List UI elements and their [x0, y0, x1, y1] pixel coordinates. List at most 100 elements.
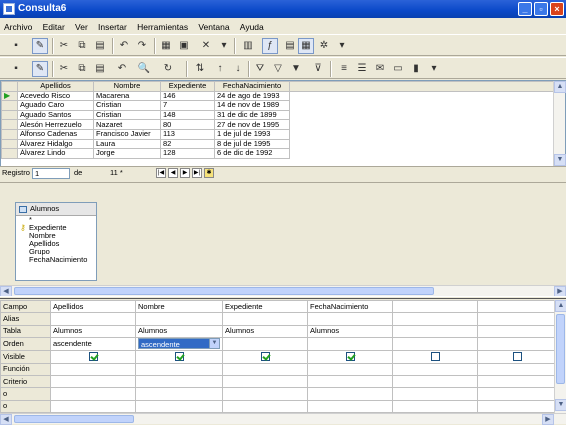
mail-merge-icon[interactable]: ✉ — [372, 61, 388, 77]
row-header[interactable] — [1, 109, 18, 121]
row-header[interactable] — [1, 148, 18, 159]
save-icon[interactable]: ▪ — [8, 38, 24, 54]
field-fechanacimiento[interactable]: FechaNacimiento — [16, 256, 96, 264]
o-cell[interactable] — [477, 399, 557, 414]
tabla-cell[interactable]: Alumnos — [222, 324, 308, 339]
paste-data-icon[interactable]: ▤ — [92, 61, 108, 77]
cell-fechanacimiento[interactable]: 1 de jul de 1993 — [214, 128, 290, 140]
minimize-button[interactable]: _ — [518, 2, 532, 16]
edit-mode-icon[interactable]: ✎ — [32, 38, 48, 54]
cell-apellidos[interactable]: Álvarez Hidalgo — [17, 138, 94, 150]
orden-dropdown[interactable]: ascendente ▼ — [138, 338, 220, 350]
cell-nombre[interactable]: Macarena — [93, 90, 161, 102]
funcion-cell[interactable] — [477, 362, 557, 376]
criterio-cell[interactable] — [392, 374, 478, 389]
current-row-indicator-icon[interactable]: ▶ — [1, 90, 18, 102]
tabla-cell[interactable] — [477, 324, 557, 339]
autofilter-icon[interactable]: ⛛ — [252, 61, 268, 77]
criterio-cell[interactable] — [477, 374, 557, 389]
add-table-icon[interactable]: ▥ — [240, 38, 256, 54]
o-cell[interactable] — [307, 387, 393, 401]
funcion-cell[interactable] — [222, 362, 308, 376]
sort-descending-icon[interactable]: ↓ — [230, 61, 246, 77]
row-header[interactable] — [1, 119, 18, 130]
column-header-expediente[interactable]: Expediente — [160, 81, 215, 92]
table-row[interactable]: ▶ Acevedo Risco Macarena 146 24 de ago d… — [1, 90, 554, 102]
cell-nombre[interactable]: Cristian — [93, 100, 161, 111]
menu-ayuda[interactable]: Ayuda — [236, 18, 268, 34]
orden-cell[interactable] — [392, 337, 478, 352]
menu-insertar[interactable]: Insertar — [94, 18, 131, 34]
table-row[interactable]: Aguado Santos Cristian 148 31 de dic de … — [1, 109, 554, 121]
result-vertical-scrollbar[interactable]: ▲ ▼ — [553, 81, 566, 178]
paste-icon[interactable]: ▤ — [92, 38, 108, 54]
o-cell[interactable] — [392, 399, 478, 414]
save-record-icon[interactable]: ▪ — [8, 61, 24, 77]
orden-cell[interactable] — [477, 337, 557, 352]
row-header[interactable] — [1, 138, 18, 150]
scroll-thumb[interactable] — [556, 314, 565, 384]
cut-icon[interactable]: ✂ — [56, 38, 72, 54]
explorer-icon[interactable]: ▮ — [408, 61, 424, 77]
remove-filter-icon[interactable]: ⊽ — [310, 61, 326, 77]
tabla-cell[interactable]: Alumnos — [135, 324, 223, 339]
toolbar-more-icon-2[interactable]: ▾ — [334, 38, 350, 54]
o-cell[interactable] — [222, 399, 308, 414]
cell-nombre[interactable]: Laura — [93, 138, 161, 150]
tabla-cell[interactable] — [392, 324, 478, 339]
cell-expediente[interactable]: 82 — [160, 138, 215, 150]
edit-data-icon[interactable]: ✎ — [32, 61, 48, 77]
run-query-icon[interactable]: ▦ — [158, 38, 174, 54]
cell-apellidos[interactable]: Álvarez Lindo — [17, 148, 94, 159]
funcion-cell[interactable] — [307, 362, 393, 376]
last-record-icon[interactable]: ▶| — [192, 168, 202, 178]
table-row[interactable]: Álvarez Lindo Jorge 128 6 de dic de 1992 — [1, 148, 554, 159]
cell-expediente[interactable]: 80 — [160, 119, 215, 130]
undo-data-icon[interactable]: ↶ — [114, 61, 130, 77]
cell-expediente[interactable]: 128 — [160, 148, 215, 159]
grid-horizontal-scrollbar[interactable]: ◀ ▶ — [0, 413, 566, 425]
visible-checkbox[interactable] — [88, 352, 98, 362]
new-record-icon[interactable]: ✱ — [204, 168, 214, 178]
table-window-header[interactable]: Alumnos — [16, 203, 96, 216]
scroll-left-icon[interactable]: ◀ — [0, 414, 12, 425]
cell-apellidos[interactable]: Alesón Herrezuelo — [17, 119, 94, 130]
alias-cell[interactable] — [477, 312, 557, 326]
cell-fechanacimiento[interactable]: 8 de jul de 1995 — [214, 138, 290, 150]
cell-nombre[interactable]: Nazaret — [93, 119, 161, 130]
cell-nombre[interactable]: Cristian — [93, 109, 161, 121]
orden-cell[interactable] — [222, 337, 308, 352]
toolbar-more-icon-3[interactable]: ▾ — [426, 61, 442, 77]
record-number-input[interactable]: 1 — [32, 168, 70, 179]
refresh-icon[interactable]: ↻ — [160, 61, 176, 77]
clear-query-icon[interactable]: ▣ — [176, 38, 192, 54]
functions-icon[interactable]: ƒ — [262, 38, 278, 54]
menu-editar[interactable]: Editar — [39, 18, 69, 34]
previous-record-icon[interactable]: ◀ — [168, 168, 178, 178]
campo-cell[interactable] — [477, 299, 557, 314]
visible-checkbox[interactable] — [260, 352, 270, 362]
campo-cell[interactable]: Apellidos — [50, 299, 136, 314]
funcion-cell[interactable] — [392, 362, 478, 376]
cell-apellidos[interactable]: Acevedo Risco — [17, 90, 94, 102]
column-header-nombre[interactable]: Nombre — [93, 81, 161, 92]
cell-expediente[interactable]: 148 — [160, 109, 215, 121]
cell-expediente[interactable]: 146 — [160, 90, 215, 102]
table-window-alumnos[interactable]: Alumnos * ⚷ Expediente Nombre Apellidos … — [15, 202, 97, 281]
table-row[interactable]: Álvarez Hidalgo Laura 82 8 de jul de 199… — [1, 138, 554, 150]
scroll-thumb[interactable] — [14, 287, 434, 295]
next-record-icon[interactable]: ▶ — [180, 168, 190, 178]
design-vertical-scrollbar[interactable]: ▲ ▼ — [554, 300, 566, 413]
field-expediente[interactable]: ⚷ Expediente — [16, 224, 96, 232]
alias-cell[interactable] — [50, 312, 136, 326]
campo-cell[interactable]: FechaNacimiento — [307, 299, 393, 314]
row-header[interactable] — [1, 128, 18, 140]
close-button[interactable]: × — [550, 2, 564, 16]
sort-ascending-icon[interactable]: ↑ — [212, 61, 228, 77]
table-name-icon[interactable]: ▤ — [282, 38, 298, 54]
alias-icon[interactable]: ▦ — [298, 38, 314, 54]
maximize-button[interactable]: ▫ — [534, 2, 548, 16]
field-apellidos[interactable]: Apellidos — [16, 240, 96, 248]
toolbar-more-icon[interactable]: ▾ — [216, 38, 232, 54]
cell-expediente[interactable]: 113 — [160, 128, 215, 140]
